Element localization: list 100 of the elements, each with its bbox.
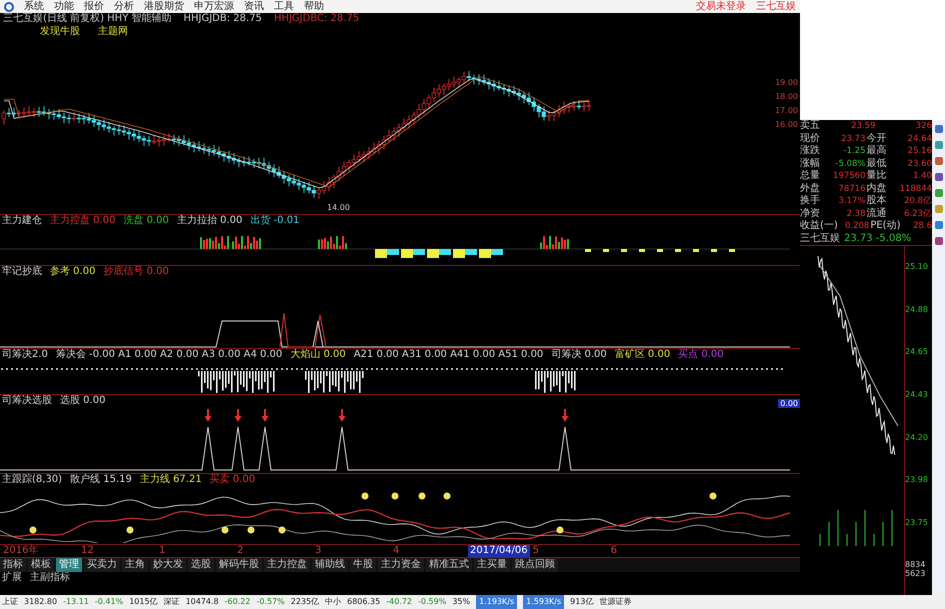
header-link[interactable]: 交易未登录: [696, 0, 746, 13]
index-value: 6806.35: [347, 596, 380, 608]
quote-label: 涨跌: [800, 145, 820, 158]
indicator-tab[interactable]: 辅助线: [312, 558, 348, 572]
down-arrow-icon: [262, 409, 268, 422]
indicator-tab[interactable]: 解码牛股: [216, 558, 262, 572]
marker-dot: [126, 526, 134, 534]
indicator-label: 筹决会 -0.00 A1 0.00 A2 0.00 A3 0.00 A4 0.00: [56, 349, 282, 361]
upload-speed: 1.593K/s: [523, 595, 564, 609]
histogram-bar: [639, 249, 645, 252]
indicator-tab[interactable]: 选股: [188, 558, 214, 572]
menu-item[interactable]: 报价: [84, 0, 104, 13]
date-label: 1: [158, 545, 166, 557]
menu-item[interactable]: 港股期货: [144, 0, 184, 13]
toolbar-button[interactable]: 发现牛股: [40, 25, 80, 38]
market-amount: 913亿: [570, 596, 594, 608]
menu-item[interactable]: 分析: [114, 0, 134, 13]
quote-value: 118844: [898, 182, 932, 195]
marker-dot: [418, 492, 426, 500]
axis-label: 23.98: [905, 475, 929, 484]
indicator-tab[interactable]: 主力控盘: [264, 558, 310, 572]
quote-label: 内盘: [866, 182, 886, 194]
marker-dot: [278, 526, 286, 534]
quote-value: 1.40: [912, 170, 932, 182]
indicator-value: HHJGJDB: 28.75: [184, 13, 262, 25]
quote-label: 卖五: [800, 120, 820, 132]
sub-tab[interactable]: 扩展: [2, 572, 22, 584]
index-value: 10474.8: [186, 596, 219, 608]
index-change: -40.72: [386, 596, 412, 608]
quote-value: 78716: [837, 182, 866, 195]
indicator-label: 主力控盘 0.00: [50, 215, 116, 227]
marker-dot: [362, 492, 368, 500]
down-arrow-icon: [338, 409, 346, 422]
indicator-value: HHJGJDBC: 28.75: [274, 13, 360, 25]
header-link[interactable]: 三七互娱: [756, 0, 796, 13]
marker-dot: [556, 526, 564, 534]
quote-value: 25.16: [906, 145, 932, 158]
indicator-tab[interactable]: 跳点回顾: [512, 558, 558, 572]
price-label: 16.00: [775, 120, 798, 129]
histogram-bar: [729, 249, 735, 252]
quote-value: 197560: [832, 170, 866, 182]
indicator-label: 主力建仓: [2, 215, 42, 227]
quote-label: 换手: [800, 195, 820, 208]
quote-value: 2.38: [846, 208, 866, 220]
menu-item[interactable]: 帮助: [304, 0, 324, 13]
menu-item[interactable]: 系统: [24, 0, 44, 13]
index-percent: -0.41%: [94, 596, 124, 608]
quote-value: -5.08%: [834, 158, 866, 170]
menu-item[interactable]: 工具: [274, 0, 294, 13]
menu-item[interactable]: 申万宏源: [194, 0, 234, 13]
index-amount: 2235亿: [290, 596, 320, 608]
indicator-label: 司筹决选股: [2, 395, 52, 407]
indicator-tab[interactable]: 管理: [56, 558, 82, 572]
indicator-label: 选股 0.00: [60, 395, 106, 407]
axis-label: 24.65: [905, 347, 929, 356]
toolbar-button[interactable]: 主题网: [98, 25, 128, 38]
quote-label: PE(动): [870, 220, 900, 232]
indicator-tab[interactable]: 主力资金: [378, 558, 424, 572]
quote-value: 28.6: [912, 220, 932, 232]
indicator-label: 抄底信号 0.00: [103, 266, 169, 278]
quote-value: 24.64: [906, 132, 932, 145]
quote-value: 3.17%: [837, 195, 866, 208]
indicator-tab[interactable]: 主角: [122, 558, 148, 572]
menu-item[interactable]: 资讯: [244, 0, 264, 13]
date-label: 2: [236, 545, 244, 557]
indicator-label: 主力线 67.21: [140, 474, 202, 486]
indicator-label: 散户线 15.19: [70, 474, 132, 486]
date-label: 3: [314, 545, 322, 557]
quote-value: 326: [914, 120, 932, 132]
quote-value: 0.208: [844, 220, 870, 232]
indicator-tab[interactable]: 牛股: [350, 558, 376, 572]
indicator-tab[interactable]: 主买量: [474, 558, 510, 572]
quote-label: 现价: [800, 132, 820, 144]
indicator-tab[interactable]: 妙大发: [150, 558, 186, 572]
histogram-bar: [657, 249, 663, 252]
index-name: 深证: [164, 596, 180, 608]
low-price-label: 14.00: [327, 203, 350, 212]
quote-label: 外盘: [800, 182, 820, 194]
quote-label: 收益(一): [800, 220, 838, 232]
indicator-tab[interactable]: 指标: [0, 558, 26, 572]
quote-label: 最低: [866, 158, 886, 170]
marker-dot: [710, 492, 716, 500]
indicator-tab[interactable]: 精准五式: [426, 558, 472, 572]
indicator-label: 富矿区 0.00: [614, 349, 670, 361]
quote-value: 6.23亿: [903, 208, 932, 220]
quote-value: 20.8亿: [903, 195, 932, 208]
marker-dot: [30, 526, 36, 534]
sub-tab[interactable]: 主副指标: [30, 572, 70, 584]
quote-label: 量比: [866, 170, 886, 182]
quote-value: -1.25: [842, 145, 866, 158]
stock-quote: 23.73 -5.08%: [844, 232, 912, 244]
download-speed: 1.193K/s: [476, 595, 518, 609]
index-percent: -0.57%: [256, 596, 285, 608]
volume-label: 5623: [905, 569, 926, 578]
quote-label: 涨幅: [800, 158, 820, 170]
histogram-bar: [603, 249, 609, 252]
date-label: 2016年: [2, 545, 40, 557]
indicator-tab[interactable]: 模板: [28, 558, 54, 572]
menu-item[interactable]: 功能: [54, 0, 74, 13]
indicator-tab[interactable]: 买卖力: [84, 558, 120, 572]
